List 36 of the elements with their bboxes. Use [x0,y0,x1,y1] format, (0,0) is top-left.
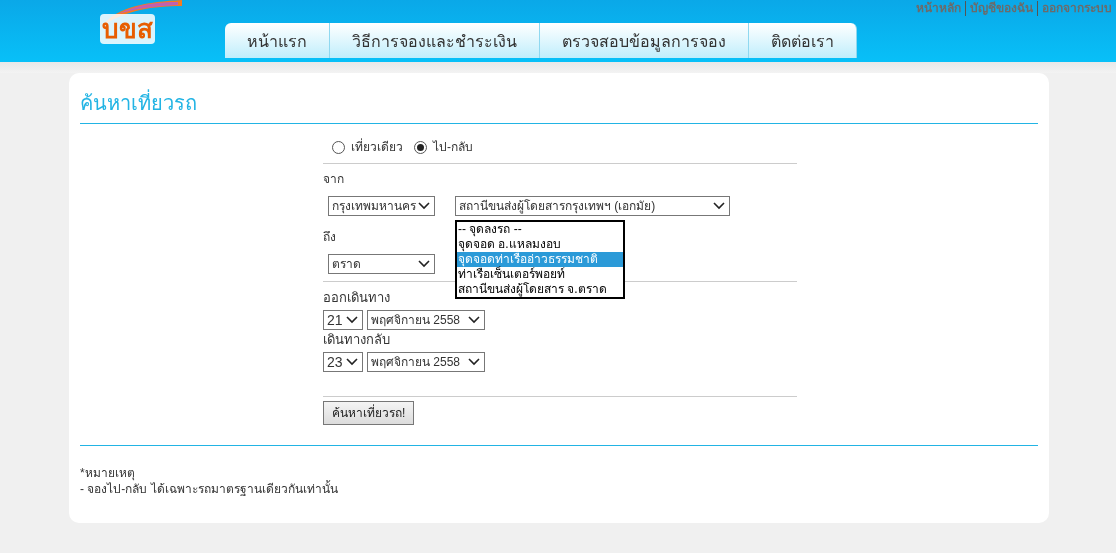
nav-tab[interactable]: หน้าแรก [225,23,330,58]
chevron-down-icon [713,202,725,210]
radio-label: ไป-กลับ [433,139,473,156]
station-dropdown[interactable]: สถานีขนส่งผู้โดยสารกรุงเทพฯ (เอกมัย) [455,196,730,216]
search-button[interactable]: ค้นหาเที่ยวรถ! [323,401,415,425]
nav-tab[interactable]: ติดต่อเรา [749,23,857,58]
radio-button[interactable] [414,140,427,154]
radio-button[interactable] [332,140,345,154]
page-title: ค้นหาเที่ยวรถ [80,87,1038,124]
chevron-down-icon [468,316,480,324]
chevron-down-icon [418,260,430,268]
field-label: ถึง [323,229,336,244]
logo-text: บขส [100,14,155,44]
radio-label: เที่ยวเดียว [351,138,403,156]
nav-tab[interactable]: ตรวจสอบข้อมูลการจอง [540,23,749,58]
note-text: *หมายเหตุ [80,465,136,481]
chevron-down-icon [346,358,358,366]
dropdown-option[interactable]: จุดจอด อ.แหลมงอบ [457,237,623,252]
chevron-down-icon [468,358,480,366]
nav-tab[interactable]: วิธีการจองและชำระเงิน [330,23,540,58]
chevron-down-icon [418,202,430,210]
day-dropdown[interactable]: 21 [323,310,363,330]
month-dropdown[interactable]: พฤศจิกายน 2558 [367,352,485,372]
field-label: ออกเดินทาง [323,289,390,304]
province-dropdown[interactable]: ตราด [328,254,435,274]
day-dropdown[interactable]: 23 [323,352,363,372]
note-text: - จองไป-กลับ ได้เฉพาะรถมาตรฐานเดียวกันเท่านั้น [80,481,339,497]
province-dropdown[interactable]: กรุงเทพมหานคร [328,196,435,216]
field-label: เดินทางกลับ [323,331,390,346]
dropdown-option[interactable]: ท่าเรือเซ็นเตอร์พอยท์ [457,267,623,282]
month-dropdown[interactable]: พฤศจิกายน 2558 [367,310,485,330]
dropdown-list[interactable]: -- จุดลงรถ -- จุดจอด อ.แหลมงอบ จุดจอดท่าเรืออ่าวธรรมชาติ ท่าเรือเซ็นเตอร์พอยท์ สถานีขนส่งผู้โดยสาร จ.ตราด [455,220,625,299]
chevron-down-icon [346,316,358,324]
field-label: จาก [323,171,344,186]
dropdown-option[interactable]: สถานีขนส่งผู้โดยสาร จ.ตราด [457,282,623,297]
dropdown-option[interactable]: -- จุดลงรถ -- [457,222,623,237]
